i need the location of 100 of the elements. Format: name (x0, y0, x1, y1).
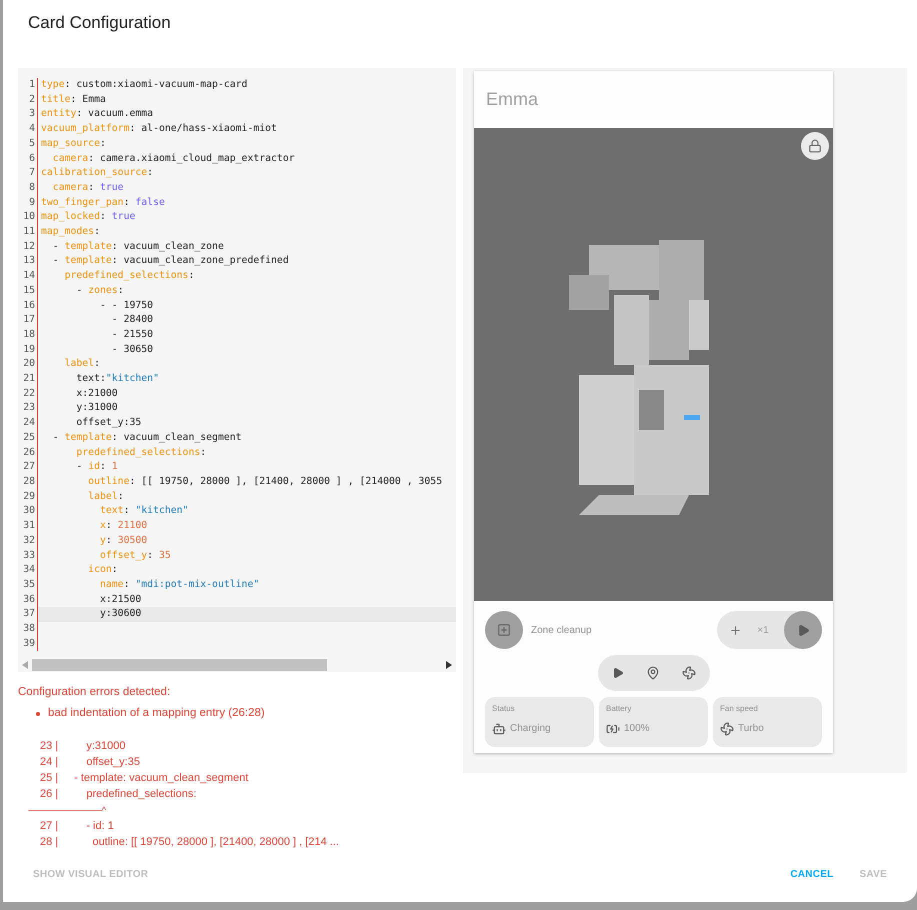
code-token: : (200, 446, 206, 460)
code-token: camera (52, 180, 88, 195)
code-token: : (188, 269, 194, 284)
code-token: template (64, 430, 112, 445)
code-token: offset_y (98, 548, 148, 562)
code-token: predefined_selections (75, 446, 200, 460)
code-token: template (64, 240, 112, 254)
code-token: - 28400 (110, 313, 154, 328)
code-token: two_finger_pan (41, 196, 124, 210)
dialog-button[interactable]: CANCEL (782, 863, 842, 886)
code-token: 21100 (118, 519, 148, 534)
code-token: y:30600 (98, 607, 142, 622)
error-heading: Configuration errors detected: (18, 685, 172, 700)
code-token: label (87, 490, 118, 504)
code-token: : (106, 519, 113, 534)
code-token: template (64, 254, 112, 268)
card-title: Emma (485, 88, 540, 111)
code-token: - - 19750 (98, 298, 154, 313)
code-token: : (147, 166, 154, 180)
code-token: type (41, 78, 65, 92)
code-token: x:21000 (75, 386, 118, 401)
code-token: : (100, 210, 107, 224)
code-token: 35 (158, 548, 171, 562)
code-token: : (118, 284, 124, 298)
snippet-text: - template: vacuum_clean_segment (73, 770, 248, 786)
mode-button[interactable] (485, 611, 523, 649)
code-token: - (75, 460, 84, 474)
tile-label: Fan speed (720, 703, 759, 715)
code-token: : camera.xiaomi_cloud_map_extractor (88, 152, 295, 166)
code-token: : (106, 534, 113, 548)
code-token: predefined_selections (64, 269, 188, 284)
snippet-text: offset_y:35 (85, 754, 140, 770)
code-token: y (98, 534, 106, 548)
code-token: : (124, 578, 130, 592)
code-token: y:31000 (75, 401, 118, 416)
code-token: true (100, 180, 124, 195)
fan-icon (720, 722, 734, 736)
scroll-right-icon[interactable] (446, 661, 452, 669)
tile-label: Battery (606, 703, 632, 715)
tile-value: Turbo (738, 722, 764, 736)
code-token: : (124, 504, 130, 518)
snippet-line-number: 25 | (40, 770, 60, 786)
code-token: : (94, 357, 100, 372)
code-token: icon (87, 563, 112, 578)
line-number: 37 (18, 607, 37, 622)
code-token: - 30650 (110, 342, 154, 357)
code-token: : vacuum_clean_segment (112, 430, 242, 445)
snippet-line-number: 27 | (40, 818, 60, 834)
code-token: : vacuum.emma (76, 107, 154, 122)
code-token: map_source (41, 136, 100, 151)
code-token: entity (41, 107, 76, 122)
fan-icon[interactable] (682, 666, 696, 680)
error-pointer: -------------------------------------^ (28, 804, 106, 816)
snippet-line-number: 26 | (40, 786, 60, 802)
code-token: : (100, 460, 107, 474)
code-token: camera (52, 152, 88, 166)
code-token: : vacuum_clean_zone (112, 240, 224, 254)
snippet-text: predefined_selections: (85, 786, 196, 802)
code-token: title (41, 92, 70, 107)
snippet-text: - id: 1 (85, 818, 114, 834)
plus-icon[interactable] (729, 624, 742, 636)
code-token: x (98, 519, 106, 534)
code-token: : (147, 548, 154, 562)
tile-value: Charging (510, 722, 551, 736)
code-token: : Emma (70, 92, 106, 107)
code-token: "mdi:pot-mix-outline" (135, 578, 260, 592)
code-token: false (135, 196, 165, 210)
code-token: x:21500 (98, 592, 142, 607)
code-token: map_modes (41, 225, 94, 240)
code-token: text (98, 504, 124, 518)
lock-button[interactable] (801, 132, 829, 160)
zone-icon (497, 623, 511, 637)
code-token: name (98, 578, 124, 592)
snippet-line-number: 28 | (40, 834, 60, 850)
code-token: outline (87, 474, 130, 489)
bullet-icon (36, 712, 40, 716)
code-token: 1 (112, 460, 118, 474)
code-token: - (52, 240, 60, 254)
map-pin-icon[interactable] (646, 666, 660, 680)
play-icon[interactable] (612, 667, 624, 679)
tile-label: Status (492, 703, 516, 715)
play-icon (796, 624, 810, 636)
code-token: : (118, 490, 124, 504)
code-token: - (52, 254, 60, 268)
error-message: bad indentation of a mapping entry (26:28) (48, 706, 265, 722)
snippet-text: outline: [[ 19750, 28000 ], [21400, 28000 ] , [214 ... (91, 834, 339, 850)
code-token: vacuum_platform (41, 122, 130, 136)
code-token: : (94, 225, 100, 240)
start-button[interactable] (784, 611, 822, 649)
code-token: - 21550 (110, 328, 154, 342)
code-token: : (112, 563, 118, 578)
lock-icon (808, 139, 822, 153)
code-token: text: (75, 372, 106, 386)
snippet-line-number: 23 | (40, 738, 60, 754)
code-token: offset_y:35 (75, 416, 142, 430)
code-token: true (112, 210, 136, 224)
repeat-count: ×1 (756, 624, 770, 638)
code-token: : custom:xiaomi-vacuum-map-card (64, 78, 248, 92)
code-token: : [[ 19750, 28000 ], [21400, 28000 ] , [214000 , 3055 (129, 474, 442, 489)
code-token: "kitchen" (135, 504, 188, 518)
